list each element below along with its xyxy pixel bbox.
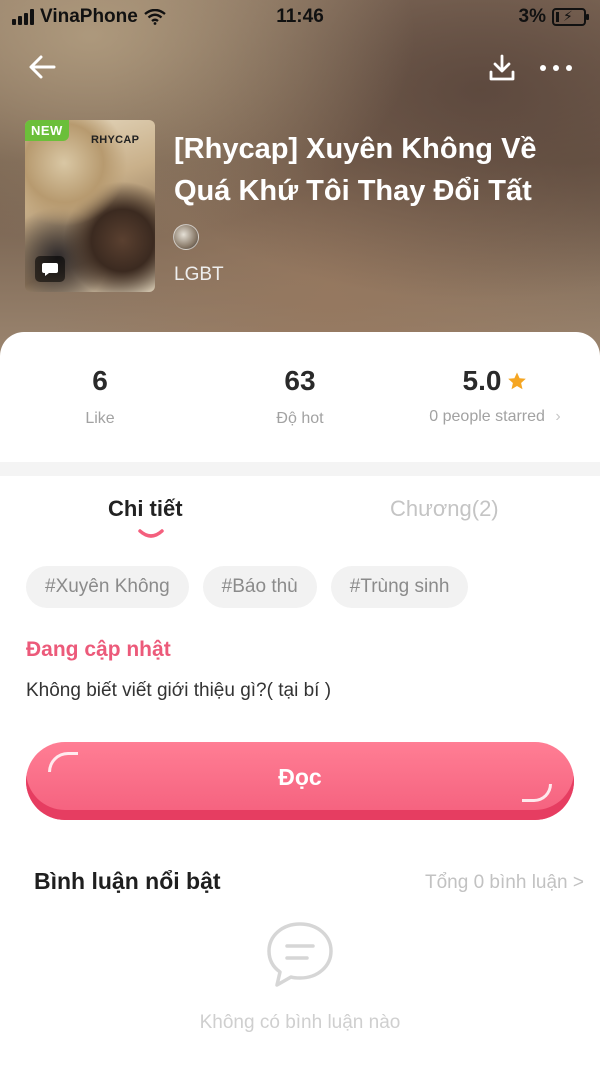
likes-value: 6 (92, 365, 108, 396)
book-title: [Rhycap] Xuyên Không Về Quá Khứ Tôi Thay… (174, 133, 537, 207)
section-divider (0, 462, 600, 476)
status-bar: VinaPhone 11:46 3% ⚡ (0, 0, 600, 34)
rating-row: 5.0 (410, 364, 580, 398)
status-right: 3% ⚡ (518, 6, 589, 28)
comment-bubble-icon (267, 922, 333, 987)
stat-hot: 63 Độ hot (250, 364, 350, 428)
read-button[interactable]: Đọc (26, 742, 574, 820)
chevron-right-icon: › (555, 408, 561, 425)
star-icon (508, 372, 527, 390)
cover-brand-text: RHYCAP (91, 134, 140, 146)
arrow-left-icon[interactable] (26, 50, 60, 84)
battery-icon: ⚡ (552, 8, 589, 26)
book-description: Không biết viết giới thiệu gì?( tại bí ) (26, 680, 332, 701)
tag-chip[interactable]: #Xuyên Không (26, 566, 189, 608)
book-header-background: VinaPhone 11:46 3% ⚡ NEW RHYCAP [Rhycap]… (0, 0, 600, 360)
book-cover[interactable]: NEW RHYCAP (25, 120, 155, 292)
likes-label: Like (85, 410, 115, 427)
hot-label: Độ hot (276, 410, 324, 427)
status-time: 11:46 (276, 6, 324, 27)
tag-chip[interactable]: #Báo thù (202, 566, 317, 608)
stats-card: 6 Like 63 Độ hot 5.0 0 people starred › (0, 332, 600, 462)
comments-title: Bình luận nổi bật (34, 868, 221, 894)
tag-list: #Xuyên Không #Báo thù #Trùng sinh (26, 566, 469, 608)
book-genre: LGBT (174, 264, 224, 285)
rating-value: 5.0 (462, 365, 502, 396)
stat-likes: 6 Like (60, 364, 140, 428)
empty-comments-text: Không có bình luận nào (199, 1012, 401, 1033)
tab-active-indicator (138, 529, 164, 538)
tab-detail[interactable]: Chi tiết (108, 496, 183, 522)
battery-percent: 3% (518, 6, 546, 27)
tab-chapters[interactable]: Chương(2) (390, 496, 499, 522)
button-shine-right (522, 784, 552, 802)
update-status: Đang cập nhật (26, 638, 171, 661)
tag-chip[interactable]: #Trùng sinh (330, 566, 469, 608)
more-dots-icon[interactable] (536, 56, 576, 80)
author-avatar[interactable] (173, 224, 199, 250)
rating-label: 0 people starred (429, 408, 545, 425)
stat-rating[interactable]: 5.0 0 people starred › (410, 364, 580, 426)
comments-total-link[interactable]: Tổng 0 bình luận > (425, 872, 584, 894)
hot-value: 63 (284, 365, 316, 396)
download-icon[interactable] (486, 52, 518, 84)
read-button-label: Đọc (278, 764, 322, 790)
button-shine-left (48, 752, 78, 772)
chat-bubble-icon (35, 256, 65, 282)
new-badge: NEW (25, 120, 69, 141)
